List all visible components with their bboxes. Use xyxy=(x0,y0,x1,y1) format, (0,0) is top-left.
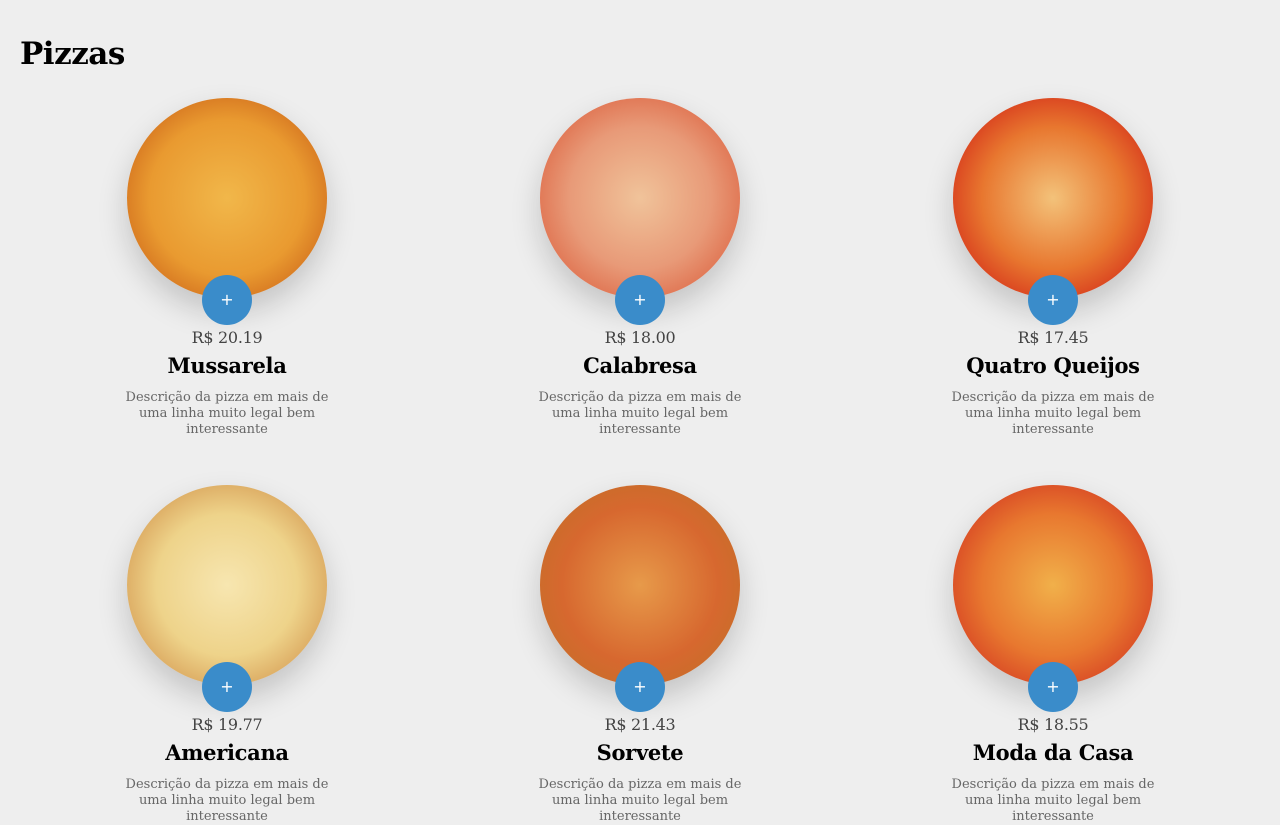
pizza-image[interactable]: + xyxy=(953,485,1153,712)
pizza-image[interactable]: + xyxy=(540,98,740,325)
pizza-description: Descrição da pizza em mais de uma linha … xyxy=(538,777,742,824)
add-button[interactable]: + xyxy=(1028,662,1078,712)
add-button[interactable]: + xyxy=(202,275,252,325)
pizza-description: Descrição da pizza em mais de uma linha … xyxy=(538,390,742,437)
add-button[interactable]: + xyxy=(615,275,665,325)
pizza-image[interactable]: + xyxy=(953,98,1153,325)
pizza-description: Descrição da pizza em mais de uma linha … xyxy=(951,777,1155,824)
pizza-card[interactable]: + R$ 18.55 Moda da Casa Descrição da piz… xyxy=(923,485,1183,825)
pizza-card[interactable]: + R$ 17.45 Quatro Queijos Descrição da p… xyxy=(923,98,1183,438)
pizza-card[interactable]: + R$ 21.43 Sorvete Descrição da pizza em… xyxy=(510,485,770,825)
pizza-description: Descrição da pizza em mais de uma linha … xyxy=(951,390,1155,437)
pizza-price: R$ 21.43 xyxy=(604,715,676,734)
pizza-card[interactable]: + R$ 18.00 Calabresa Descrição da pizza … xyxy=(510,98,770,438)
pizza-card[interactable]: + R$ 20.19 Mussarela Descrição da pizza … xyxy=(97,98,357,438)
pizza-name: Moda da Casa xyxy=(972,740,1134,765)
pizza-name: Quatro Queijos xyxy=(966,353,1140,378)
pizza-image[interactable]: + xyxy=(540,485,740,712)
pizza-price: R$ 17.45 xyxy=(1017,328,1089,347)
pizza-name: Americana xyxy=(165,740,289,765)
pizza-image[interactable]: + xyxy=(127,485,327,712)
page-title: Pizzas xyxy=(20,36,125,72)
add-button[interactable]: + xyxy=(1028,275,1078,325)
pizza-description: Descrição da pizza em mais de uma linha … xyxy=(125,390,329,437)
add-button[interactable]: + xyxy=(615,662,665,712)
pizza-image[interactable]: + xyxy=(127,98,327,325)
pizza-name: Calabresa xyxy=(583,353,697,378)
pizza-price: R$ 18.00 xyxy=(604,328,676,347)
pizza-description: Descrição da pizza em mais de uma linha … xyxy=(125,777,329,824)
pizza-price: R$ 20.19 xyxy=(191,328,263,347)
add-button[interactable]: + xyxy=(202,662,252,712)
pizza-name: Mussarela xyxy=(167,353,287,378)
pizza-price: R$ 18.55 xyxy=(1017,715,1089,734)
pizza-name: Sorvete xyxy=(596,740,684,765)
pizza-price: R$ 19.77 xyxy=(191,715,263,734)
pizza-card[interactable]: + R$ 19.77 Americana Descrição da pizza … xyxy=(97,485,357,825)
